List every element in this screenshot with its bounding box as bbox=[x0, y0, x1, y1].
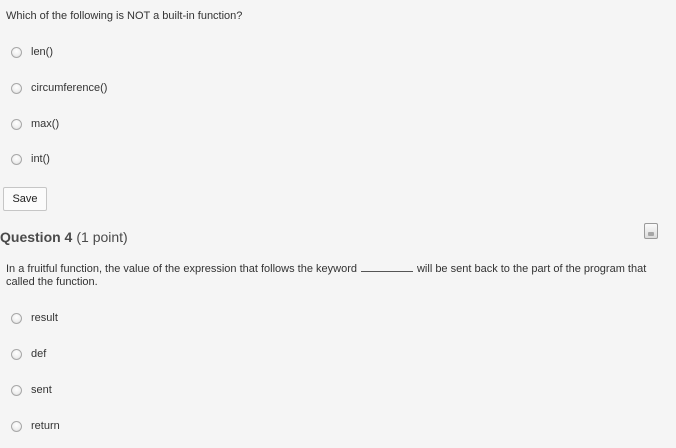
option-label: max() bbox=[31, 118, 60, 130]
radio-button[interactable] bbox=[11, 118, 22, 130]
question-4-option-sent[interactable]: sent bbox=[11, 383, 52, 397]
radio-button[interactable] bbox=[11, 312, 22, 324]
radio-button[interactable] bbox=[11, 82, 22, 94]
option-label: return bbox=[31, 420, 60, 432]
option-label: int() bbox=[31, 153, 50, 165]
question-4-option-return[interactable]: return bbox=[11, 419, 60, 433]
radio-button[interactable] bbox=[11, 420, 22, 432]
flag-icon[interactable] bbox=[644, 223, 658, 239]
save-button[interactable]: Save bbox=[3, 187, 47, 211]
question-4-option-result[interactable]: result bbox=[11, 311, 58, 325]
radio-button[interactable] bbox=[11, 153, 22, 165]
radio-button[interactable] bbox=[11, 46, 22, 58]
option-label: def bbox=[31, 348, 47, 360]
question-4-label: Question 4 bbox=[0, 229, 73, 245]
question-4-points: (1 point) bbox=[76, 229, 128, 245]
question-4-option-def[interactable]: def bbox=[11, 347, 46, 361]
question-4-text-before: In a fruitful function, the value of the… bbox=[6, 263, 357, 275]
option-label: sent bbox=[31, 384, 52, 396]
question-3-option-len[interactable]: len() bbox=[11, 45, 53, 59]
option-label: result bbox=[31, 312, 58, 324]
fill-in-blank bbox=[360, 263, 413, 272]
option-label: len() bbox=[31, 46, 54, 58]
question-4-text: In a fruitful function, the value of the… bbox=[6, 263, 666, 289]
question-4-header: Question 4 (1 point) bbox=[0, 229, 128, 245]
radio-button[interactable] bbox=[11, 384, 22, 396]
question-3-option-circumference[interactable]: circumference() bbox=[11, 81, 107, 95]
option-label: circumference() bbox=[31, 82, 108, 94]
radio-button[interactable] bbox=[11, 348, 22, 360]
question-3-prompt: Which of the following is NOT a built-in… bbox=[6, 10, 243, 22]
question-3-option-max[interactable]: max() bbox=[11, 117, 59, 131]
question-3-option-int[interactable]: int() bbox=[11, 152, 50, 166]
